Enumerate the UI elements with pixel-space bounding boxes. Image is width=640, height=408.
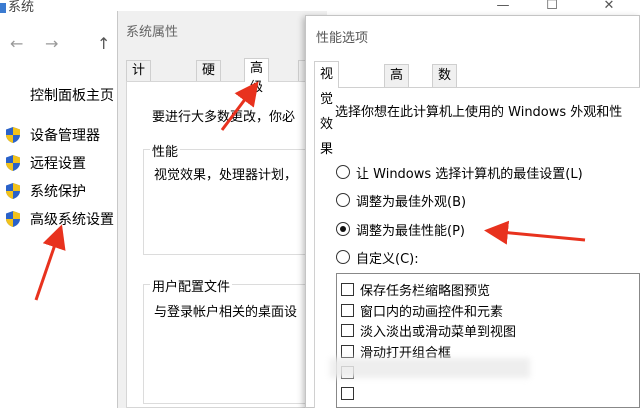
dialog-title: 性能选项 bbox=[316, 31, 369, 46]
sidebar-item-system-protection[interactable]: 系统保护 bbox=[4, 180, 86, 202]
option-let-windows-choose[interactable]: 让 Windows 选择计算机的最佳设置(L) bbox=[336, 162, 583, 182]
option-custom[interactable]: 自定义(C): bbox=[336, 247, 419, 267]
system-app-icon bbox=[0, 3, 6, 13]
sidebar-item-label: 系统保护 bbox=[30, 184, 86, 200]
up-arrow-icon[interactable]: ↑ bbox=[97, 34, 110, 54]
back-arrow-icon[interactable]: ← bbox=[10, 34, 23, 54]
effect-item[interactable]: 淡入淡出或滑动菜单到视图 bbox=[341, 321, 517, 340]
intro-text: 要进行大多数更改，你必 bbox=[152, 110, 296, 125]
option-best-appearance[interactable]: 调整为最佳外观(B) bbox=[336, 190, 466, 210]
checkbox[interactable] bbox=[341, 344, 354, 358]
checkbox-label: 淡入淡出或滑动菜单到视图 bbox=[360, 324, 517, 340]
user-profiles-description: 与登录帐户相关的桌面设 bbox=[154, 305, 298, 320]
sidebar-item-remote-settings[interactable]: 远程设置 bbox=[4, 152, 86, 174]
tab-visual-effects[interactable]: 视觉效果 bbox=[314, 61, 340, 157]
tab-computer-name[interactable]: 计算机名 bbox=[126, 60, 152, 135]
radio-button[interactable] bbox=[336, 165, 350, 179]
tab-hardware[interactable]: 硬件 bbox=[196, 60, 222, 97]
sidebar-item-device-manager[interactable]: 设备管理器 bbox=[4, 124, 100, 146]
uac-shield-icon bbox=[4, 210, 22, 228]
uac-shield-icon bbox=[4, 154, 22, 172]
radio-label: 调整为最佳外观(B) bbox=[356, 194, 467, 210]
radio-label: 自定义(C): bbox=[356, 251, 419, 267]
checkbox-label: 窗口内的动画控件和元素 bbox=[360, 304, 504, 320]
checkbox[interactable] bbox=[341, 282, 354, 296]
sidebar-item-label: 远程设置 bbox=[30, 156, 86, 172]
effect-item[interactable] bbox=[341, 384, 360, 402]
checkbox[interactable] bbox=[341, 303, 354, 317]
radio-button-selected[interactable] bbox=[336, 222, 350, 236]
system-properties-dialog: 系统属性 计算机名 硬件 高级 系 要进行大多数更改，你必 性能 视觉效果，处理… bbox=[117, 11, 333, 408]
radio-button[interactable] bbox=[336, 193, 350, 207]
performance-group-title: 性能 bbox=[150, 141, 181, 160]
uac-shield-icon bbox=[4, 182, 22, 200]
checkbox[interactable] bbox=[341, 386, 354, 400]
close-button[interactable]: ✕ bbox=[594, 0, 624, 14]
checkbox-label: 保存任务栏缩略图预览 bbox=[360, 283, 491, 299]
tab-advanced[interactable]: 高级 bbox=[384, 64, 410, 104]
radio-label: 调整为最佳性能(P) bbox=[356, 223, 465, 239]
maximize-button[interactable]: ☐ bbox=[537, 0, 567, 14]
control-panel-home-link[interactable]: 控制面板主页 bbox=[30, 85, 114, 105]
user-profiles-group-title: 用户配置文件 bbox=[150, 276, 233, 295]
blurred-region bbox=[330, 358, 530, 378]
sidebar-item-advanced-system-settings[interactable]: 高级系统设置 bbox=[4, 208, 114, 230]
radio-label: 让 Windows 选择计算机的最佳设置(L) bbox=[356, 166, 583, 182]
radio-button[interactable] bbox=[336, 250, 350, 264]
sidebar-item-label: 高级系统设置 bbox=[30, 212, 114, 228]
performance-description: 视觉效果，处理器计划， bbox=[154, 168, 298, 183]
uac-shield-icon bbox=[4, 126, 22, 144]
tab-advanced[interactable]: 高级 bbox=[244, 58, 270, 95]
visual-effects-description: 选择你想在此计算机上使用的 Windows 外观和性 bbox=[335, 105, 623, 120]
visual-effects-list[interactable]: 保存任务栏缩略图预览 窗口内的动画控件和元素 淡入淡出或滑动菜单到视图 滑动打开… bbox=[336, 273, 640, 408]
sidebar-item-label: 设备管理器 bbox=[30, 128, 100, 144]
tab-data-execution-prevention[interactable]: 数据执行保护 bbox=[432, 64, 458, 188]
system-window-title: 系统 bbox=[8, 0, 35, 15]
checkbox[interactable] bbox=[341, 323, 354, 337]
effect-item[interactable]: 窗口内的动画控件和元素 bbox=[341, 301, 504, 320]
tab-panel: 要进行大多数更改，你必 性能 视觉效果，处理器计划， 用户配置文件 与登录帐户相… bbox=[126, 81, 333, 408]
minimize-button[interactable]: — bbox=[488, 0, 518, 14]
effect-item[interactable]: 保存任务栏缩略图预览 bbox=[341, 280, 491, 299]
option-best-performance[interactable]: 调整为最佳性能(P) bbox=[336, 219, 465, 239]
dialog-title: 系统属性 bbox=[126, 25, 179, 40]
forward-arrow-icon[interactable]: → bbox=[45, 34, 58, 54]
